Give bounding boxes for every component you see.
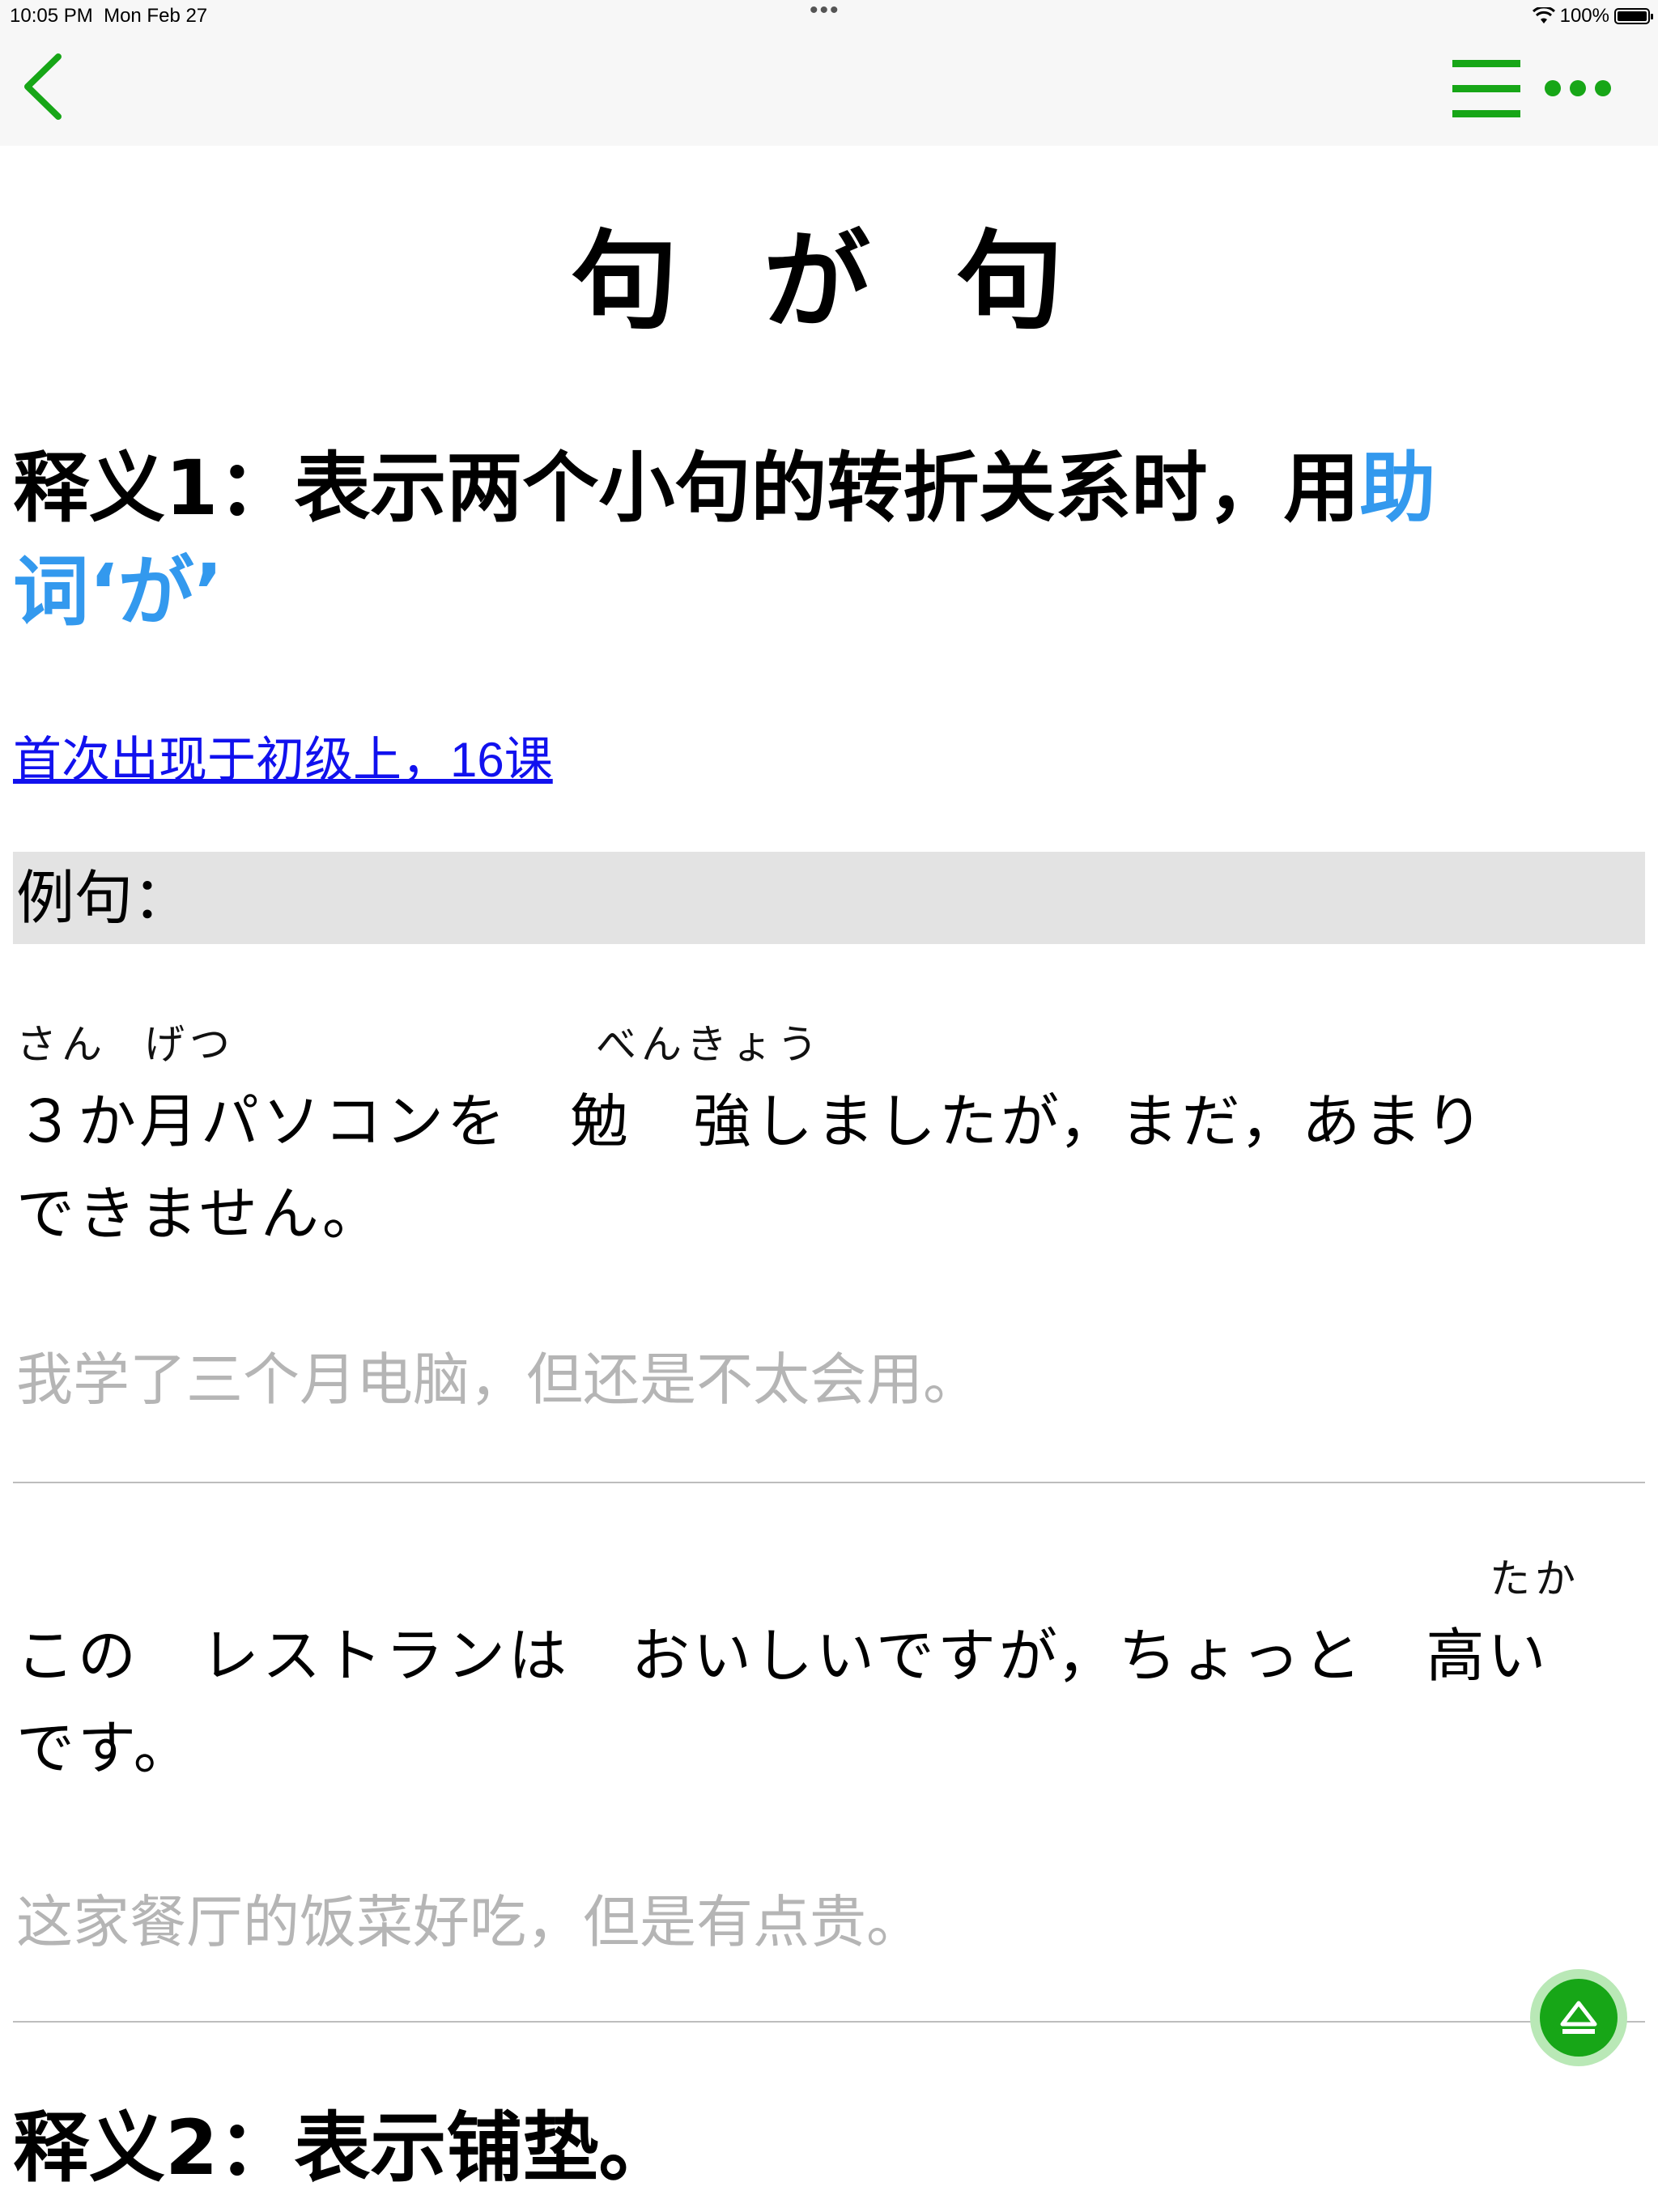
eject-up-icon bbox=[1560, 2001, 1597, 2034]
status-time: 10:05 PM Mon Feb 27 bbox=[10, 5, 208, 27]
multitasking-dots-icon[interactable]: ••• bbox=[810, 0, 840, 24]
scroll-to-top-inner bbox=[1540, 1979, 1618, 2057]
chinese-translation: 我学了三个月电脑，但还是不太会用。 bbox=[16, 1346, 980, 1413]
japanese-line: ３か月パソコンを 勉 強しましたが，まだ，あまり bbox=[16, 1087, 1487, 1155]
scroll-to-top-button[interactable] bbox=[1530, 1969, 1627, 2066]
battery-percent: 100% bbox=[1559, 5, 1609, 27]
japanese-line: この レストランは おいしいですが，ちょっと 高い bbox=[16, 1622, 1550, 1690]
meaning-1-heading: 释义1：表示两个小句的转折关系时，用助词‘が’ bbox=[13, 437, 1616, 644]
furigana: たか bbox=[1490, 1555, 1580, 1602]
navigation-bar bbox=[0, 34, 1658, 146]
divider bbox=[13, 2021, 1645, 2023]
example-sentence: たか この レストランは おいしいですが，ちょっと 高い です。 bbox=[16, 1546, 1627, 1794]
hamburger-menu-icon bbox=[1452, 60, 1520, 117]
first-appearance-link[interactable]: 首次出现于初级上，16课 bbox=[13, 721, 553, 791]
meaning-2-heading: 释义2：表示铺垫。 bbox=[13, 2104, 675, 2193]
meaning-1-text: 释义1：表示两个小句的转折关系时，用 bbox=[13, 445, 1360, 533]
ellipsis-icon bbox=[1545, 80, 1611, 96]
furigana-row: さん げつ べんきょう bbox=[16, 1012, 1627, 1075]
status-bar: 10:05 PM Mon Feb 27 ••• 100% bbox=[0, 0, 1658, 34]
more-options-button[interactable] bbox=[1541, 68, 1614, 108]
furigana-row: たか bbox=[16, 1546, 1627, 1610]
furigana: べんきょう bbox=[596, 1021, 823, 1068]
furigana: げつ bbox=[144, 1021, 235, 1068]
furigana: さん bbox=[16, 1021, 107, 1068]
chinese-translation: 这家餐厅的饭菜好吃，但是有点贵。 bbox=[16, 1889, 923, 1955]
status-right: 100% bbox=[1532, 5, 1653, 28]
examples-header: 例句： bbox=[13, 852, 1645, 944]
wifi-icon bbox=[1532, 7, 1555, 23]
back-button[interactable] bbox=[18, 50, 74, 123]
example-sentence: さん げつ べんきょう ３か月パソコンを 勉 強しましたが，まだ，あまり できま… bbox=[16, 1012, 1627, 1260]
japanese-line: です。 bbox=[16, 1714, 195, 1782]
divider bbox=[13, 1482, 1645, 1483]
chevron-left-icon bbox=[24, 53, 62, 120]
page-title: 句 が 句 bbox=[571, 219, 1087, 344]
japanese-line: できません。 bbox=[16, 1180, 384, 1248]
menu-button[interactable] bbox=[1449, 57, 1524, 121]
battery-icon bbox=[1614, 8, 1653, 24]
